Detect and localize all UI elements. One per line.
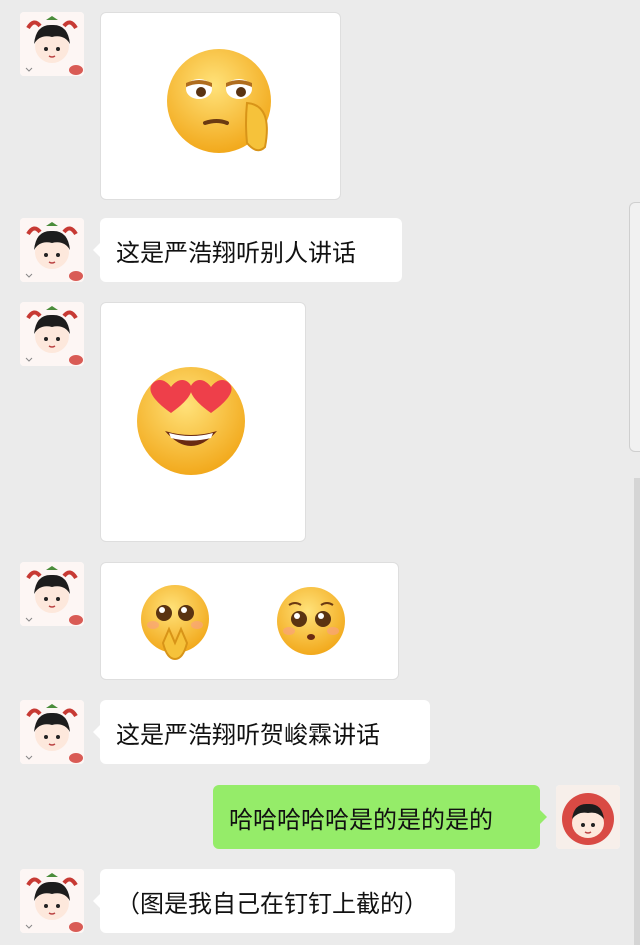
text-message[interactable]: （图是我自己在钉钉上截的） (93, 869, 455, 933)
message-text: 哈哈哈哈哈是的是的是的 (229, 805, 493, 834)
my-avatar[interactable] (556, 785, 620, 849)
smirk-hand-face-emoji (167, 49, 271, 153)
scrollbar-track[interactable] (634, 478, 640, 945)
pleading-face-emoji (277, 587, 345, 655)
image-message[interactable] (100, 302, 306, 542)
contact-avatar[interactable] (20, 869, 84, 933)
text-message[interactable]: 这是严浩翔听贺峻霖讲话 (93, 700, 430, 764)
contact-avatar[interactable] (20, 700, 84, 764)
image-message[interactable] (100, 562, 399, 680)
image-message[interactable] (100, 12, 341, 200)
heart-eyes-emoji (137, 367, 245, 475)
my-text-message[interactable]: 哈哈哈哈哈是的是的是的 (213, 785, 547, 849)
message-text: （图是我自己在钉钉上截的） (116, 889, 428, 918)
contact-avatar[interactable] (20, 12, 84, 76)
pleading-hands-emoji (141, 585, 209, 661)
scroll-handle[interactable] (629, 202, 640, 452)
contact-avatar[interactable] (20, 562, 84, 626)
contact-avatar[interactable] (20, 218, 84, 282)
contact-avatar[interactable] (20, 302, 84, 366)
message-text: 这是严浩翔听别人讲话 (116, 238, 356, 267)
message-text: 这是严浩翔听贺峻霖讲话 (116, 720, 380, 749)
text-message[interactable]: 这是严浩翔听别人讲话 (93, 218, 402, 282)
